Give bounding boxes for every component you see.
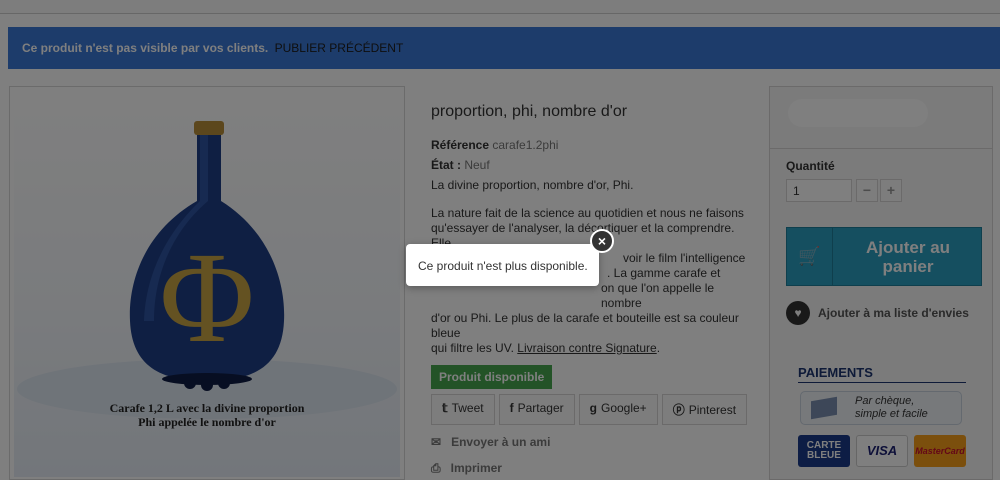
modal-overlay[interactable]: [0, 0, 1000, 480]
close-icon: ×: [597, 233, 607, 249]
modal-close-button[interactable]: ×: [590, 229, 614, 253]
unavailable-modal: Ce produit n'est plus disponible.: [406, 244, 599, 286]
modal-message: Ce produit n'est plus disponible.: [418, 259, 588, 273]
